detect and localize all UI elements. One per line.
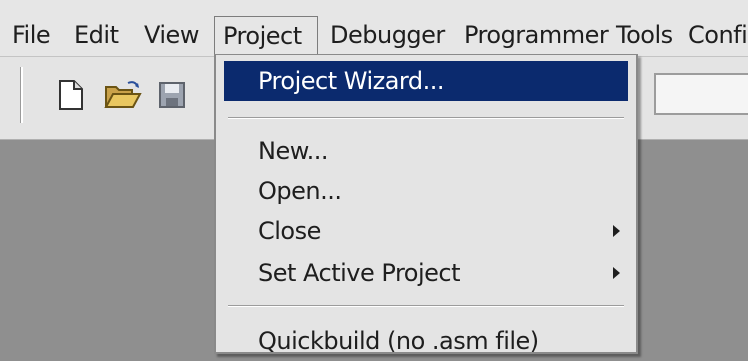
open-folder-icon[interactable]	[104, 79, 142, 115]
menu-item-new[interactable]: New...	[224, 131, 628, 171]
menu-item-quickbuild[interactable]: Quickbuild (no .asm file)	[224, 321, 628, 361]
menu-separator	[228, 305, 624, 307]
menu-item-set-active-project[interactable]: Set Active Project	[224, 253, 628, 293]
menu-debugger[interactable]: Debugger	[330, 16, 445, 54]
menu-item-close-label: Close	[258, 217, 321, 245]
toolbar-combo-field[interactable]	[654, 73, 748, 115]
submenu-arrow-icon	[613, 267, 620, 279]
menu-item-set-active-project-label: Set Active Project	[258, 259, 461, 287]
submenu-arrow-icon	[613, 225, 620, 237]
menu-programmer[interactable]: Programmer	[464, 16, 609, 54]
menu-tools[interactable]: Tools	[616, 16, 673, 54]
menu-separator	[228, 117, 624, 119]
menu-project[interactable]: Project	[214, 16, 318, 54]
menu-view[interactable]: View	[144, 16, 199, 54]
menu-item-project-wizard[interactable]: Project Wizard...	[224, 61, 628, 101]
menu-edit[interactable]: Edit	[74, 16, 119, 54]
toolbar-grip[interactable]	[20, 67, 23, 123]
menu-item-close[interactable]: Close	[224, 211, 628, 251]
menu-configure[interactable]: Confi	[688, 16, 748, 54]
project-menu-dropdown: Project Wizard... New... Open... Close S…	[214, 54, 638, 355]
new-file-icon[interactable]	[58, 79, 84, 115]
save-icon[interactable]	[158, 81, 186, 113]
menu-file[interactable]: File	[12, 16, 51, 54]
menu-bar: File Edit View Project Debugger Programm…	[0, 0, 748, 57]
menu-item-open[interactable]: Open...	[224, 171, 628, 211]
